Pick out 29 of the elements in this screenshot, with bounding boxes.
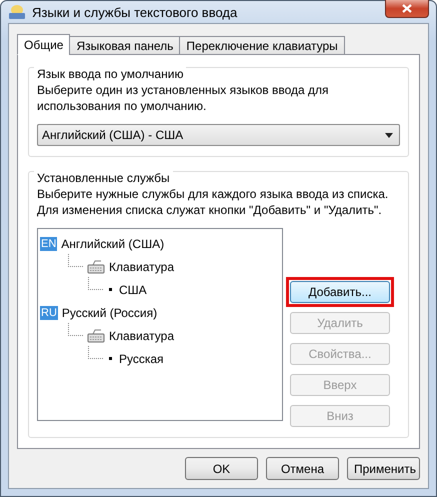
tab[interactable]: Переключение клавиатуры (179, 36, 345, 55)
dialog-button[interactable]: OK (185, 457, 258, 480)
dropdown-arrow-icon (385, 132, 393, 138)
keyboard-icon (87, 328, 105, 342)
group-title: Установленные службы (34, 171, 173, 185)
group-title: Язык ввода по умолчанию (34, 67, 186, 81)
description-text: Выберите один из установленных языков ввода для использования по умолчанию. (37, 82, 330, 114)
tree-item[interactable]: США (119, 282, 147, 296)
tree-item[interactable]: Клавиатура (109, 260, 174, 274)
tree-item[interactable]: Английский (США) (61, 236, 164, 250)
dialog-button[interactable]: Применить (347, 457, 420, 480)
language-badge: RU (40, 306, 58, 320)
dialog-button[interactable]: Отмена (266, 457, 339, 480)
close-button[interactable] (385, 0, 429, 18)
language-dropdown[interactable]: Английский (США) - США (37, 124, 400, 146)
bullet-icon (107, 354, 115, 362)
keyboard-globe-icon (8, 4, 26, 20)
window-title: Языки и службы текстового ввода (32, 4, 238, 20)
tree-item[interactable]: Русский (Россия) (62, 306, 158, 320)
tree-item[interactable]: Клавиатура (109, 328, 174, 342)
description-text: Выберите нужные службы для каждого языка ввода из списка. Для изменения списка служат кнопки "Добавить" и "Удалить". (37, 186, 390, 218)
bullet-icon (107, 286, 115, 294)
tree-item[interactable]: Русская (119, 352, 164, 366)
keyboard-icon (87, 260, 105, 274)
language-badge: EN (40, 236, 58, 250)
side-button[interactable]: Добавить... (290, 281, 390, 303)
tab[interactable]: Общие (17, 34, 70, 55)
tab[interactable]: Языковая панель (69, 36, 180, 55)
close-icon (402, 4, 412, 12)
